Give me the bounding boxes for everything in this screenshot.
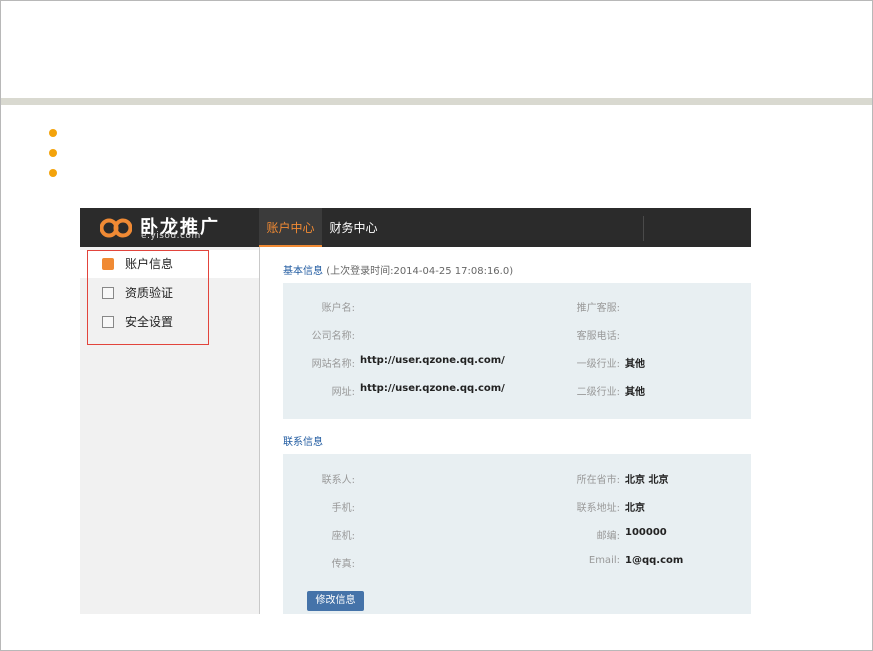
last-login-text: (上次登录时间:2014-04-25 17:08:16.0) [326, 266, 514, 277]
basic-info-panel: 账户名: 公司名称: 网站名称: http://user.qzone.qq.co… [283, 283, 751, 419]
field-label: 座机: [331, 531, 355, 542]
field-value: http://user.qzone.qq.com/ [360, 383, 505, 394]
edit-info-button[interactable]: 修改信息 [307, 591, 364, 611]
header-divider [643, 216, 644, 241]
field-label: 网址: [331, 387, 355, 398]
annotation-highlight-box [87, 250, 209, 345]
field-label: 二级行业: [576, 387, 620, 398]
bullet-point [49, 149, 57, 157]
field-value: 其他 [625, 359, 645, 370]
contact-info-title: 联系信息 [283, 433, 323, 448]
field-value: 100000 [625, 527, 667, 538]
field-label: 联系人: [321, 475, 355, 486]
tab-account-center[interactable]: 账户中心 [259, 208, 322, 247]
field-label: 所在省市: [576, 475, 620, 486]
field-label: 联系地址: [576, 503, 620, 514]
field-label: 一级行业: [576, 359, 620, 370]
field-label: 传真: [331, 559, 355, 570]
field-label: 账户名: [321, 303, 355, 314]
logo-icon [100, 218, 132, 238]
slide-divider [1, 98, 872, 105]
field-label: 手机: [331, 503, 355, 514]
field-value: 北京 [625, 503, 645, 514]
field-value: 其他 [625, 387, 645, 398]
app-header: 卧龙推广 e.yisou.com 账户中心 财务中心 [80, 208, 751, 247]
bullet-point [49, 169, 57, 177]
field-value: 北京 北京 [625, 475, 669, 486]
field-label: 客服电话: [576, 331, 620, 342]
field-label: 邮编: [596, 531, 620, 542]
section-heading: 联系信息 [283, 437, 323, 448]
section-heading: 基本信息 [283, 266, 323, 277]
field-value: http://user.qzone.qq.com/ [360, 355, 505, 366]
field-label: 推广客服: [576, 303, 620, 314]
logo-subtext: e.yisou.com [141, 231, 201, 241]
app-screenshot: 卧龙推广 e.yisou.com 账户中心 财务中心 账户信息 资质验证 安全设… [80, 208, 751, 614]
basic-info-title: 基本信息 (上次登录时间:2014-04-25 17:08:16.0) [283, 262, 513, 277]
field-label: Email: [588, 555, 620, 566]
field-label: 公司名称: [311, 331, 355, 342]
contact-info-panel: 联系人: 手机: 座机: 传真: 所在省市: 北京 北京 联系地址: 北京 邮编… [283, 454, 751, 614]
field-label: 网站名称: [311, 359, 355, 370]
tab-finance-center[interactable]: 财务中心 [322, 208, 385, 247]
bullet-point [49, 129, 57, 137]
field-value: 1@qq.com [625, 555, 684, 566]
